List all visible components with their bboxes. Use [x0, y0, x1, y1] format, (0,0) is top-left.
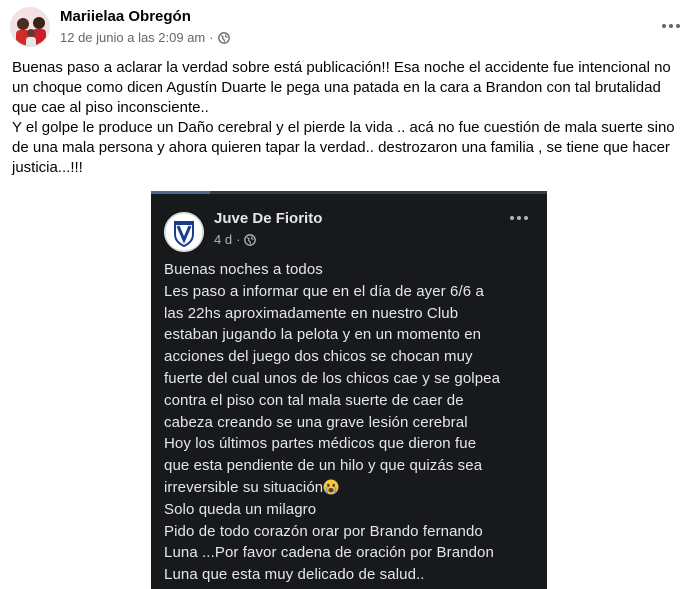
shared-line: las 22hs aproximadamente en nuestro Club [164, 304, 459, 322]
shared-line: Les paso a informar que en el día de aye… [164, 282, 484, 300]
globe-icon [244, 233, 257, 246]
more-options-icon [662, 24, 680, 28]
shared-more-options [505, 208, 533, 228]
shared-line: Solo queda un milagro [164, 500, 317, 518]
shared-post-meta: 4 d · [214, 232, 257, 247]
shared-line: Pido de todo corazón orar por Brando fer… [164, 522, 483, 540]
shared-line: que esta pendiente de un hilo y que quiz… [164, 457, 483, 475]
shared-post-text: Buenas noches a todos Les paso a informa… [164, 259, 544, 586]
more-options-button[interactable] [657, 12, 685, 40]
globe-icon [217, 31, 230, 44]
shared-line: cabeza creando se una grave lesión cereb… [164, 413, 468, 431]
post-header: Mariielaa Obregón 12 de junio a las 2:09… [0, 0, 697, 52]
shared-line: contra el piso con tal mala suerte de ca… [164, 391, 464, 409]
crying-face-emoji [323, 479, 339, 495]
story-progress-fill [151, 191, 211, 194]
shared-line: estaban jugando la pelota y en un moment… [164, 326, 482, 344]
shared-line: acciones del juego dos chicos se chocan … [164, 348, 473, 366]
club-logo [164, 212, 204, 252]
shared-screenshot[interactable]: Juve De Fiorito 4 d · Buenas noches a to… [151, 191, 547, 589]
shared-line: Luna ...Por favor cadena de oración por … [164, 544, 494, 562]
shared-line: Hoy los últimos partes médicos que diero… [164, 435, 477, 453]
post-timestamp[interactable]: 12 de junio a las 2:09 am [60, 30, 205, 45]
story-progress-bar [151, 191, 547, 194]
shared-line: fuerte del cual unos de los chicos cae y… [164, 369, 501, 387]
shared-meta-separator: · [236, 232, 241, 247]
shared-line: Buenas noches a todos [164, 261, 323, 278]
shared-post-author: Juve De Fiorito [214, 210, 323, 227]
shared-line: Luna que esta muy delicado de salud.. [164, 566, 425, 584]
shared-post-time: 4 d [214, 232, 233, 247]
shared-line-with-emoji: irreversible su situación [164, 477, 544, 499]
shared-line: irreversible su situación [164, 478, 324, 496]
post-meta: 12 de junio a las 2:09 am · [60, 30, 230, 45]
post-author-name[interactable]: Mariielaa Obregón [60, 8, 191, 25]
meta-separator: · [209, 30, 214, 45]
more-options-icon [510, 216, 528, 220]
author-avatar[interactable] [10, 7, 50, 47]
post-body-text: Buenas paso a aclarar la verdad sobre es… [12, 59, 675, 176]
